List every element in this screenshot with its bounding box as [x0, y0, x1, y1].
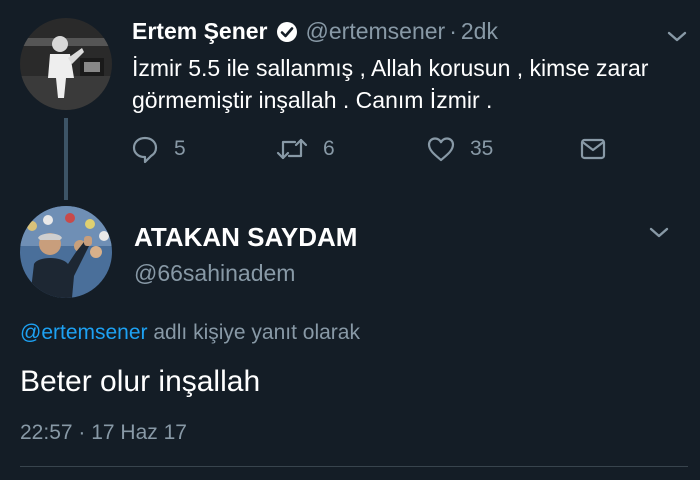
tweet-time[interactable]: 2dk	[461, 16, 498, 46]
tweet-header: Ertem Şener @ertemsener · 2dk	[132, 16, 498, 46]
like-count: 35	[470, 137, 494, 160]
verified-badge-icon	[276, 20, 298, 42]
avatar-ertem-sener[interactable]	[20, 18, 112, 110]
reply-to-suffix: adlı kişiye yanıt olarak	[153, 321, 360, 344]
reply-author-name[interactable]: ATAKAN SAYDAM	[134, 220, 357, 254]
reply-context: @ertemsener adlı kişiye yanıt olarak	[20, 318, 360, 348]
direct-message-button[interactable]	[578, 134, 608, 164]
divider	[20, 466, 688, 467]
retweet-icon	[275, 134, 309, 164]
reply-to-mention-link[interactable]: @ertemsener	[20, 321, 148, 344]
separator-dot: ·	[449, 18, 457, 44]
reply-timestamp[interactable]: 22:57 · 17 Haz 17	[20, 418, 187, 448]
reply-tweet-text: Beter olur inşallah	[20, 365, 261, 398]
like-button[interactable]: 35	[426, 134, 493, 164]
author-handle[interactable]: @ertemsener	[306, 16, 446, 46]
chevron-down-icon[interactable]	[666, 30, 688, 44]
reply-author-handle[interactable]: @66sahinadem	[134, 258, 295, 288]
reply-icon	[130, 134, 160, 164]
tweet-text: İzmir 5.5 ile sallanmış , Allah korusun …	[132, 55, 649, 113]
heart-icon	[426, 134, 456, 164]
retweet-count: 6	[323, 137, 335, 160]
envelope-icon	[578, 134, 608, 164]
retweet-button[interactable]: 6	[275, 134, 335, 164]
author-name[interactable]: Ertem Şener	[132, 16, 268, 46]
reply-button[interactable]: 5	[130, 134, 186, 164]
tweet-actions: 5 6 35	[130, 134, 630, 168]
chevron-down-icon[interactable]	[648, 226, 670, 240]
reply-count: 5	[174, 137, 186, 160]
avatar-atakan-saydam[interactable]	[20, 206, 112, 298]
thread-connector-line	[64, 118, 68, 200]
